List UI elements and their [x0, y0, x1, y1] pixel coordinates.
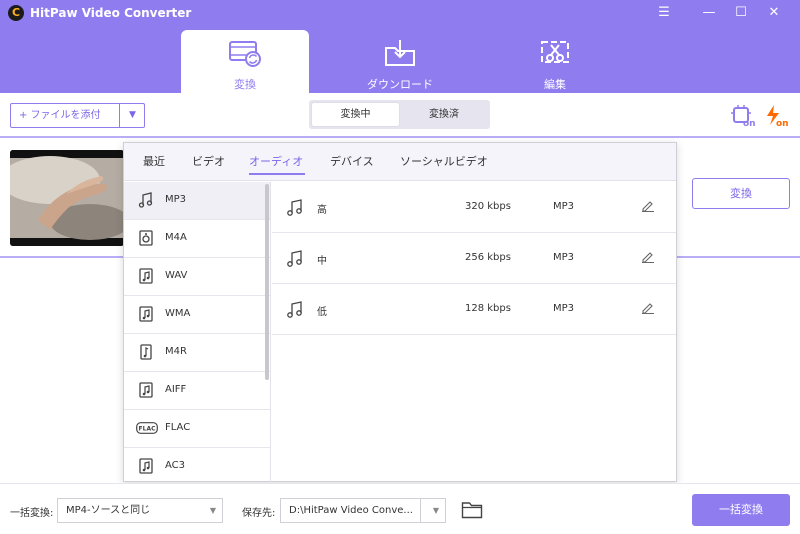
format-item-m4a[interactable]: M4A	[124, 220, 270, 258]
music-note-icon	[286, 249, 304, 270]
format-category-tabs: 最近 ビデオ オーディオ デバイス ソーシャルビデオ	[124, 143, 676, 181]
output-format-value: MP4-ソースと同じ	[66, 505, 151, 516]
music-note-file-icon	[138, 268, 154, 287]
format-label: MP3	[165, 194, 187, 205]
preset-bitrate: 128 kbps	[465, 303, 511, 314]
format-label: AIFF	[165, 384, 187, 395]
title-bar: C HitPaw Video Converter ☰ — ☐ ✕ 変換 ダウンロ…	[0, 0, 800, 93]
edit-scissors-icon	[538, 38, 572, 71]
add-file-button[interactable]: + ファイルを添付 ▼	[10, 103, 145, 128]
format-list: MP3 M4A WAV WMA M4R AIFF FLAC FLAC AC3	[124, 182, 271, 482]
segment-converting[interactable]: 変換中	[312, 103, 399, 126]
tab-audio[interactable]: オーディオ	[249, 153, 303, 169]
video-thumbnail[interactable]	[10, 150, 124, 246]
tab-download[interactable]: ダウンロード	[336, 30, 464, 93]
format-label: FLAC	[165, 422, 191, 433]
tab-social-video[interactable]: ソーシャルビデオ	[400, 153, 488, 169]
tab-convert[interactable]: 変換	[181, 30, 309, 93]
preset-bitrate: 320 kbps	[465, 201, 511, 212]
app-logo: C	[8, 5, 24, 21]
save-to-label: 保存先:	[242, 508, 276, 519]
tab-edit[interactable]: 編集	[491, 30, 619, 93]
preset-name: 低	[317, 307, 327, 318]
lightning-speed-on-icon[interactable]: on	[765, 105, 791, 130]
music-note-file-icon	[138, 382, 154, 401]
tab-video[interactable]: ビデオ	[192, 153, 225, 169]
preset-row-medium[interactable]: 中 256 kbps MP3	[272, 233, 676, 284]
chevron-down-icon: ▼	[209, 506, 216, 515]
folder-icon[interactable]	[461, 501, 483, 522]
output-format-select[interactable]: MP4-ソースと同じ ▼	[57, 498, 223, 523]
format-label: M4A	[165, 232, 187, 243]
preset-name: 中	[317, 256, 327, 267]
flac-badge-text: FLAC	[139, 426, 157, 433]
music-note-file-icon	[138, 306, 154, 325]
tab-download-label: ダウンロード	[367, 78, 433, 91]
format-popup: 最近 ビデオ オーディオ デバイス ソーシャルビデオ MP3 M4A WAV W…	[123, 142, 677, 482]
save-path-select[interactable]: D:\HitPaw Video Conve... ▼	[280, 498, 446, 523]
format-item-ac3[interactable]: AC3	[124, 448, 270, 482]
chevron-down-icon[interactable]: ▼	[129, 104, 136, 127]
status-segment: 変換中 変換済	[309, 100, 490, 129]
hardware-acceleration-on-icon[interactable]: on	[731, 105, 757, 130]
save-path-divider	[420, 499, 421, 522]
format-item-m4r[interactable]: M4R	[124, 334, 270, 372]
menu-button[interactable]: ☰	[650, 2, 678, 24]
music-note-icon	[138, 192, 154, 211]
preset-bitrate: 256 kbps	[465, 252, 511, 263]
chevron-down-icon[interactable]: ▼	[433, 499, 439, 522]
on-text: on	[743, 119, 756, 127]
format-item-wma[interactable]: WMA	[124, 296, 270, 334]
preset-format: MP3	[553, 201, 575, 212]
batch-convert-button[interactable]: 一括変換	[692, 494, 790, 526]
music-note-file-icon	[138, 344, 154, 363]
close-button[interactable]: ✕	[760, 2, 788, 24]
convert-film-icon	[228, 38, 262, 71]
music-note-icon	[286, 300, 304, 321]
preset-name: 高	[317, 205, 327, 216]
music-note-file-icon	[138, 458, 154, 477]
download-folder-icon	[383, 38, 417, 71]
bottom-bar: 一括変換: MP4-ソースと同じ ▼ 保存先: D:\HitPaw Video …	[0, 483, 800, 534]
toolbar: + ファイルを添付 ▼ 変換中 変換済	[0, 93, 800, 138]
preset-format: MP3	[553, 303, 575, 314]
format-item-mp3[interactable]: MP3	[124, 182, 270, 220]
format-item-wav[interactable]: WAV	[124, 258, 270, 296]
flac-badge-icon: FLAC	[136, 422, 158, 437]
active-tab-indicator	[249, 173, 305, 175]
save-path-value: D:\HitPaw Video Conve...	[289, 505, 413, 516]
batch-convert-label: 一括変換:	[10, 508, 54, 519]
preset-row-low[interactable]: 低 128 kbps MP3	[272, 284, 676, 335]
segment-converted[interactable]: 変換済	[401, 103, 487, 126]
maximize-button[interactable]: ☐	[727, 2, 755, 24]
music-note-icon	[286, 198, 304, 219]
tab-recent[interactable]: 最近	[143, 153, 165, 169]
edit-pencil-icon[interactable]	[641, 249, 655, 266]
add-file-divider	[119, 104, 120, 127]
add-file-label: + ファイルを添付	[19, 110, 101, 121]
format-label: AC3	[165, 460, 186, 471]
minimize-button[interactable]: —	[695, 2, 723, 24]
tab-device[interactable]: デバイス	[330, 153, 374, 169]
edit-pencil-icon[interactable]	[641, 300, 655, 317]
tab-edit-label: 編集	[544, 78, 566, 91]
format-item-flac[interactable]: FLAC FLAC	[124, 410, 270, 448]
tab-convert-label: 変換	[234, 78, 256, 91]
format-label: M4R	[165, 346, 187, 357]
convert-button[interactable]: 変換	[692, 178, 790, 209]
on-text: on	[776, 119, 789, 127]
format-label: WAV	[165, 270, 188, 281]
preset-format: MP3	[553, 252, 575, 263]
edit-pencil-icon[interactable]	[641, 198, 655, 215]
format-label: WMA	[165, 308, 191, 319]
format-list-scrollbar[interactable]	[265, 184, 269, 380]
speaker-file-icon	[138, 230, 154, 249]
preset-row-high[interactable]: 高 320 kbps MP3	[272, 182, 676, 233]
app-title: HitPaw Video Converter	[30, 6, 192, 20]
format-item-aiff[interactable]: AIFF	[124, 372, 270, 410]
